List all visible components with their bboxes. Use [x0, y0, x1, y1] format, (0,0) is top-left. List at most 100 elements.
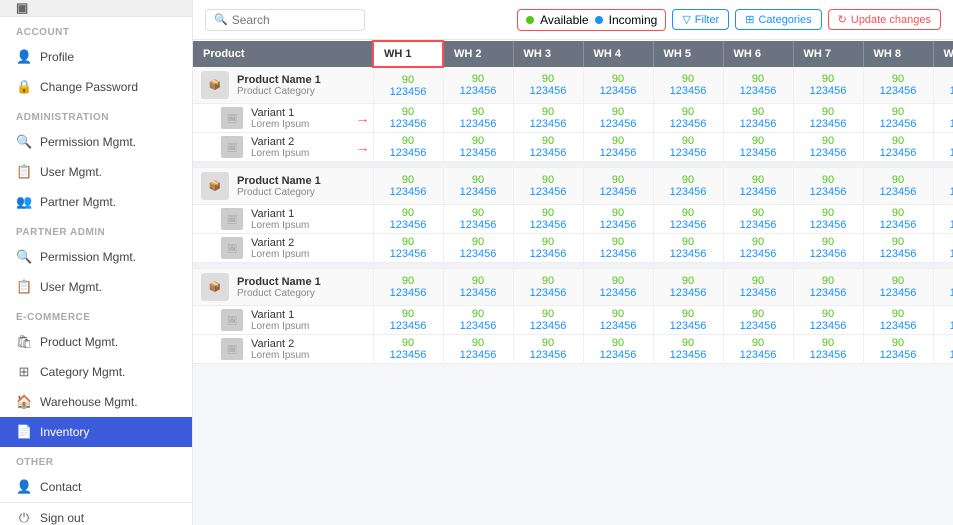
product-cell: 📦 Product Name 1 Product Category — [193, 67, 373, 104]
sidebar-item-inventory[interactable]: 📄 Inventory — [0, 417, 192, 447]
variant-name: Variant 2 — [251, 136, 309, 148]
variant-value-cell: 90123456 — [933, 104, 953, 133]
product-value-cell: 90123456 — [863, 67, 933, 104]
variant-value-cell: 90123456 — [933, 306, 953, 335]
variant-value-cell: 90123456 — [513, 104, 583, 133]
variant-value-cell: →90123456 — [373, 133, 443, 162]
product-value-cell: 90123456 — [723, 269, 793, 306]
variant-value-cell: 90123456 — [793, 335, 863, 364]
variant-value-cell: 90123456 — [793, 133, 863, 162]
product-value-cell: 90123456 — [653, 67, 723, 104]
product-value-cell: 90123456 — [863, 269, 933, 306]
sidebar-label-contact: Contact — [40, 480, 81, 494]
product-value-cell: 90123456 — [513, 67, 583, 104]
sidebar-item-contact[interactable]: 👤 Contact — [0, 472, 192, 502]
legend-available-label: Available — [540, 13, 588, 27]
section-partner-admin: PARTNER ADMIN — [0, 217, 192, 242]
update-changes-button[interactable]: ↻ Update changes — [828, 9, 941, 30]
variant-value-cell: 90123456 — [863, 234, 933, 263]
sidebar-item-partner-mgmt[interactable]: 👥 Partner Mgmt. — [0, 187, 192, 217]
variant-value-cell: 90123456 — [723, 335, 793, 364]
variant-name: Variant 1 — [251, 208, 309, 220]
col-wh2: WH 2 — [443, 41, 513, 67]
power-icon: ⏻ — [16, 510, 32, 525]
variant-value-cell: 90123456 — [653, 133, 723, 162]
variant-value-cell: 90123456 — [653, 335, 723, 364]
person-icon: 👤 — [16, 49, 32, 65]
variant-value-cell: 90123456 — [723, 205, 793, 234]
table-row: 🖼 Variant 1 Lorem Ipsum 9012345690123456… — [193, 205, 953, 234]
sidebar-label-category-mgmt: Category Mgmt. — [40, 365, 125, 379]
variant-cell: 🖼 Variant 2 Lorem Ipsum — [193, 234, 373, 263]
lock-icon: 🔒 — [16, 79, 32, 95]
section-ecommerce: E-COMMERCE — [0, 302, 192, 327]
variant-cell: 🖼 Variant 1 Lorem Ipsum — [193, 306, 373, 335]
variant-value-cell: 90123456 — [793, 306, 863, 335]
sidebar-label-warehouse-mgmt: Warehouse Mgmt. — [40, 395, 138, 409]
product-value-cell: 90123456 — [583, 168, 653, 205]
variant-value-cell: 90123456 — [583, 205, 653, 234]
search-icon: 🔍 — [16, 134, 32, 150]
table-row: 📦 Product Name 1 Product Category 901234… — [193, 168, 953, 205]
variant-value-cell: 90123456 — [583, 335, 653, 364]
variant-value-cell: 90123456 — [443, 335, 513, 364]
variant-value-cell: 90123456 — [933, 205, 953, 234]
variant-sub: Lorem Ipsum — [251, 119, 309, 130]
product-value-cell: 90123456 — [373, 269, 443, 306]
sidebar-item-profile[interactable]: 👤 Profile — [0, 42, 192, 72]
variant-value-cell: 90123456 — [443, 205, 513, 234]
sidebar-item-user-partner[interactable]: 📋 User Mgmt. — [0, 272, 192, 302]
variant-sub: Lorem Ipsum — [251, 220, 309, 231]
categories-icon: ⊞ — [745, 13, 754, 26]
col-wh8: WH 8 — [863, 41, 933, 67]
inventory-icon: 📄 — [16, 424, 32, 440]
product-value-cell: 90123456 — [653, 168, 723, 205]
sidebar-item-category-mgmt[interactable]: ⊞ Category Mgmt. — [0, 357, 192, 387]
sidebar-item-warehouse-mgmt[interactable]: 🏠 Warehouse Mgmt. — [0, 387, 192, 417]
product-value-cell: 90123456 — [793, 269, 863, 306]
col-wh4: WH 4 — [583, 41, 653, 67]
sidebar-item-sign-out[interactable]: ⏻ Sign out — [0, 503, 192, 525]
product-value-cell: 90123456 — [723, 67, 793, 104]
variant-value-cell: 90123456 — [653, 234, 723, 263]
product-thumbnail: 📦 — [201, 273, 229, 301]
search-box[interactable]: 🔍 — [205, 9, 365, 31]
product-name: Product Name 1 — [237, 74, 321, 86]
product-category: Product Category — [237, 288, 321, 299]
variant-name: Variant 2 — [251, 237, 309, 249]
variant-value-cell: 90123456 — [653, 306, 723, 335]
sidebar-item-permission-admin[interactable]: 🔍 Permission Mgmt. — [0, 127, 192, 157]
variant-value-cell: 90123456 — [863, 104, 933, 133]
sidebar-item-product-mgmt[interactable]: 🛍 Product Mgmt. — [0, 327, 192, 357]
sidebar-item-user-admin[interactable]: 📋 User Mgmt. — [0, 157, 192, 187]
variant-cell: 🖼 Variant 2 Lorem Ipsum — [193, 335, 373, 364]
product-value-cell: 90123456 — [583, 269, 653, 306]
col-wh7: WH 7 — [793, 41, 863, 67]
categories-button[interactable]: ⊞ Categories — [735, 9, 821, 30]
section-account: ACCOUNT — [0, 17, 192, 42]
variant-name: Variant 1 — [251, 309, 309, 321]
sidebar-label-user-admin: User Mgmt. — [40, 165, 102, 179]
table-row: 🖼 Variant 2 Lorem Ipsum 9012345690123456… — [193, 335, 953, 364]
sidebar-label-sign-out: Sign out — [40, 511, 84, 525]
table-row: 📦 Product Name 1 Product Category 901234… — [193, 269, 953, 306]
table-wrapper: Product WH 1 WH 2 WH 3 WH 4 WH 5 WH 6 WH… — [193, 40, 953, 525]
sidebar-item-permission-partner[interactable]: 🔍 Permission Mgmt. — [0, 242, 192, 272]
product-value-cell: 90123456 — [373, 168, 443, 205]
sidebar-item-change-password[interactable]: 🔒 Change Password — [0, 72, 192, 102]
list2-icon: 📋 — [16, 279, 32, 295]
variant-value-cell: 90123456 — [653, 205, 723, 234]
product-value-cell: 90123456 — [933, 269, 953, 306]
variant-value-cell: 90123456 — [443, 234, 513, 263]
variant-value-cell: 90123456 — [933, 335, 953, 364]
filter-button[interactable]: ▽ Filter — [672, 9, 729, 30]
product-value-cell: 90123456 — [933, 67, 953, 104]
variant-value-cell: 90123456 — [653, 104, 723, 133]
variant-value-cell: 90123456 — [863, 306, 933, 335]
variant-thumbnail: 🖼 — [221, 136, 243, 158]
table-row: 📦 Product Name 1 Product Category 901234… — [193, 67, 953, 104]
sidebar-logo: ▣ — [0, 0, 192, 17]
variant-value-cell: →90123456 — [373, 104, 443, 133]
search-input[interactable] — [232, 13, 352, 27]
variant-value-cell: 90123456 — [373, 205, 443, 234]
